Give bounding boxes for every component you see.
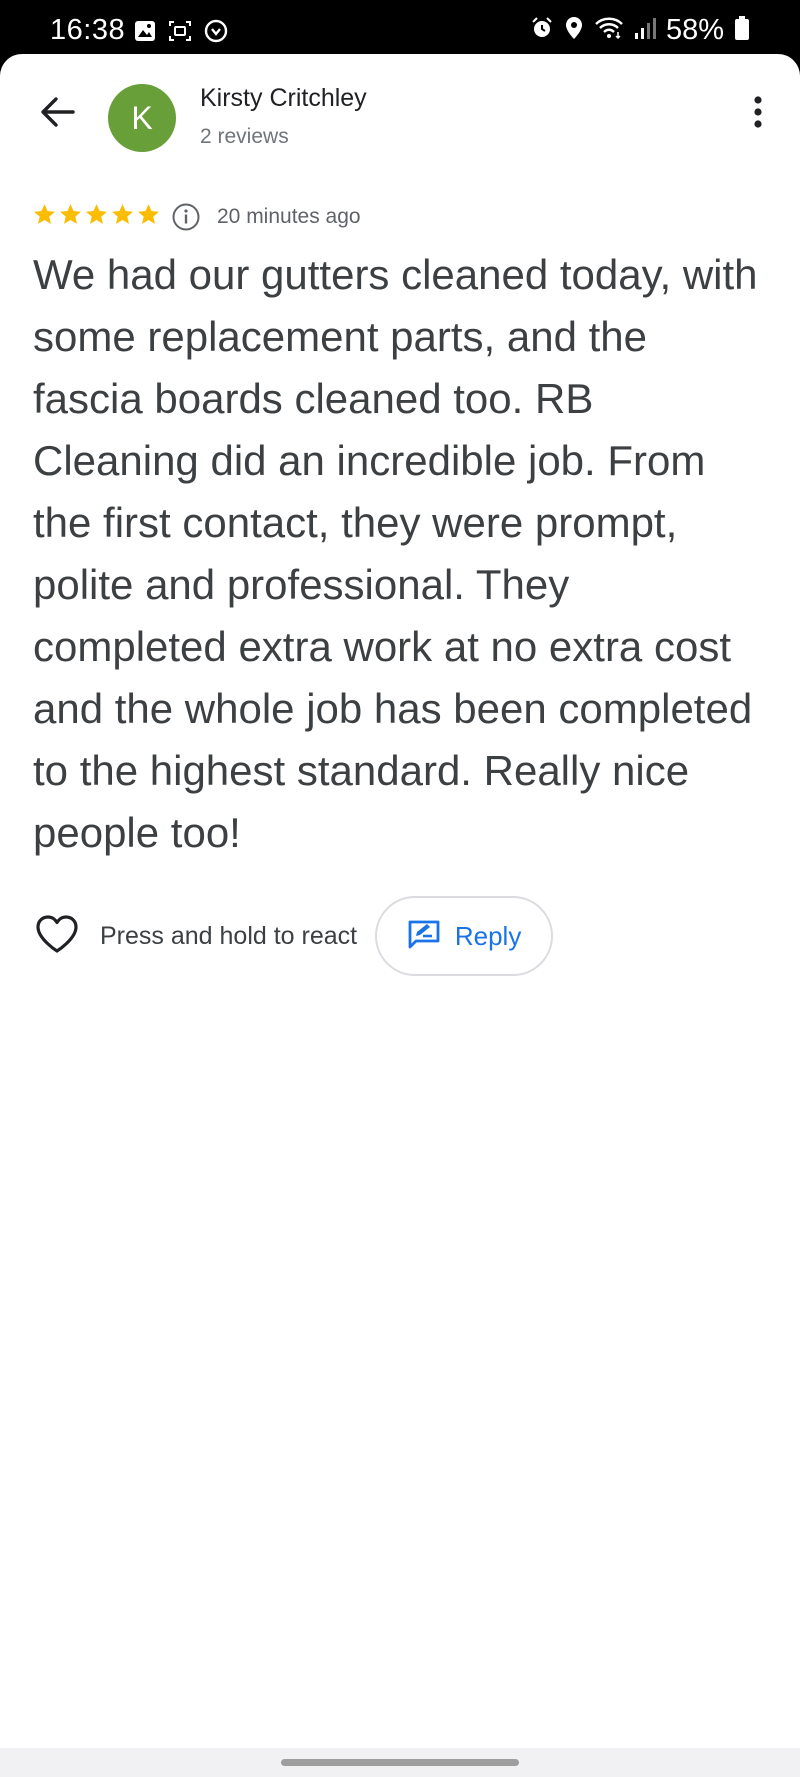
more-vert-icon bbox=[752, 95, 764, 134]
screen: 16:38 58% K Kirsty Critchley 2 reviews 2… bbox=[0, 0, 800, 1777]
heart-outline-icon bbox=[35, 914, 79, 959]
battery-icon bbox=[734, 15, 750, 46]
reply-button[interactable]: Reply bbox=[375, 896, 554, 976]
star-icon bbox=[110, 202, 135, 232]
star-rating bbox=[32, 202, 161, 232]
alarm-icon bbox=[530, 16, 554, 45]
info-icon[interactable] bbox=[171, 202, 201, 232]
review-actions: Press and hold to react Reply bbox=[34, 894, 554, 978]
back-button[interactable] bbox=[34, 90, 82, 138]
status-right-icons: 58% bbox=[530, 14, 750, 47]
react-hint-label: Press and hold to react bbox=[100, 921, 358, 950]
review-time: 20 minutes ago bbox=[217, 205, 361, 228]
battery-percent: 58% bbox=[665, 14, 724, 46]
star-icon bbox=[84, 202, 109, 232]
reviewer-review-count[interactable]: 2 reviews bbox=[200, 125, 289, 149]
signal-icon bbox=[634, 16, 656, 45]
screen-capture-icon bbox=[168, 20, 192, 47]
star-icon bbox=[32, 202, 57, 232]
review-sheet: K Kirsty Critchley 2 reviews 20 minutes … bbox=[0, 54, 800, 1748]
wifi-icon bbox=[594, 16, 624, 45]
star-icon bbox=[58, 202, 83, 232]
review-meta: 20 minutes ago bbox=[32, 197, 361, 237]
reviewer-header: K Kirsty Critchley 2 reviews bbox=[0, 54, 800, 180]
status-bar: 16:38 58% bbox=[0, 0, 800, 56]
gallery-icon bbox=[134, 20, 156, 47]
arrow-left-icon bbox=[40, 94, 76, 135]
avatar[interactable]: K bbox=[108, 84, 176, 152]
reply-label: Reply bbox=[454, 920, 522, 951]
reviewer-name[interactable]: Kirsty Critchley bbox=[200, 84, 367, 113]
review-text: We had our gutters cleaned today, with s… bbox=[33, 251, 758, 856]
status-time: 16:38 bbox=[50, 14, 126, 46]
home-gesture-handle[interactable] bbox=[281, 1759, 519, 1766]
react-button[interactable] bbox=[34, 913, 80, 959]
status-left-icons bbox=[134, 19, 228, 48]
reply-icon bbox=[407, 919, 441, 954]
location-icon bbox=[564, 16, 584, 45]
vpn-shield-icon bbox=[204, 19, 228, 48]
star-icon bbox=[136, 202, 161, 232]
avatar-initial: K bbox=[131, 99, 153, 136]
more-options-button[interactable] bbox=[738, 94, 778, 134]
navigation-bar bbox=[0, 1748, 800, 1777]
